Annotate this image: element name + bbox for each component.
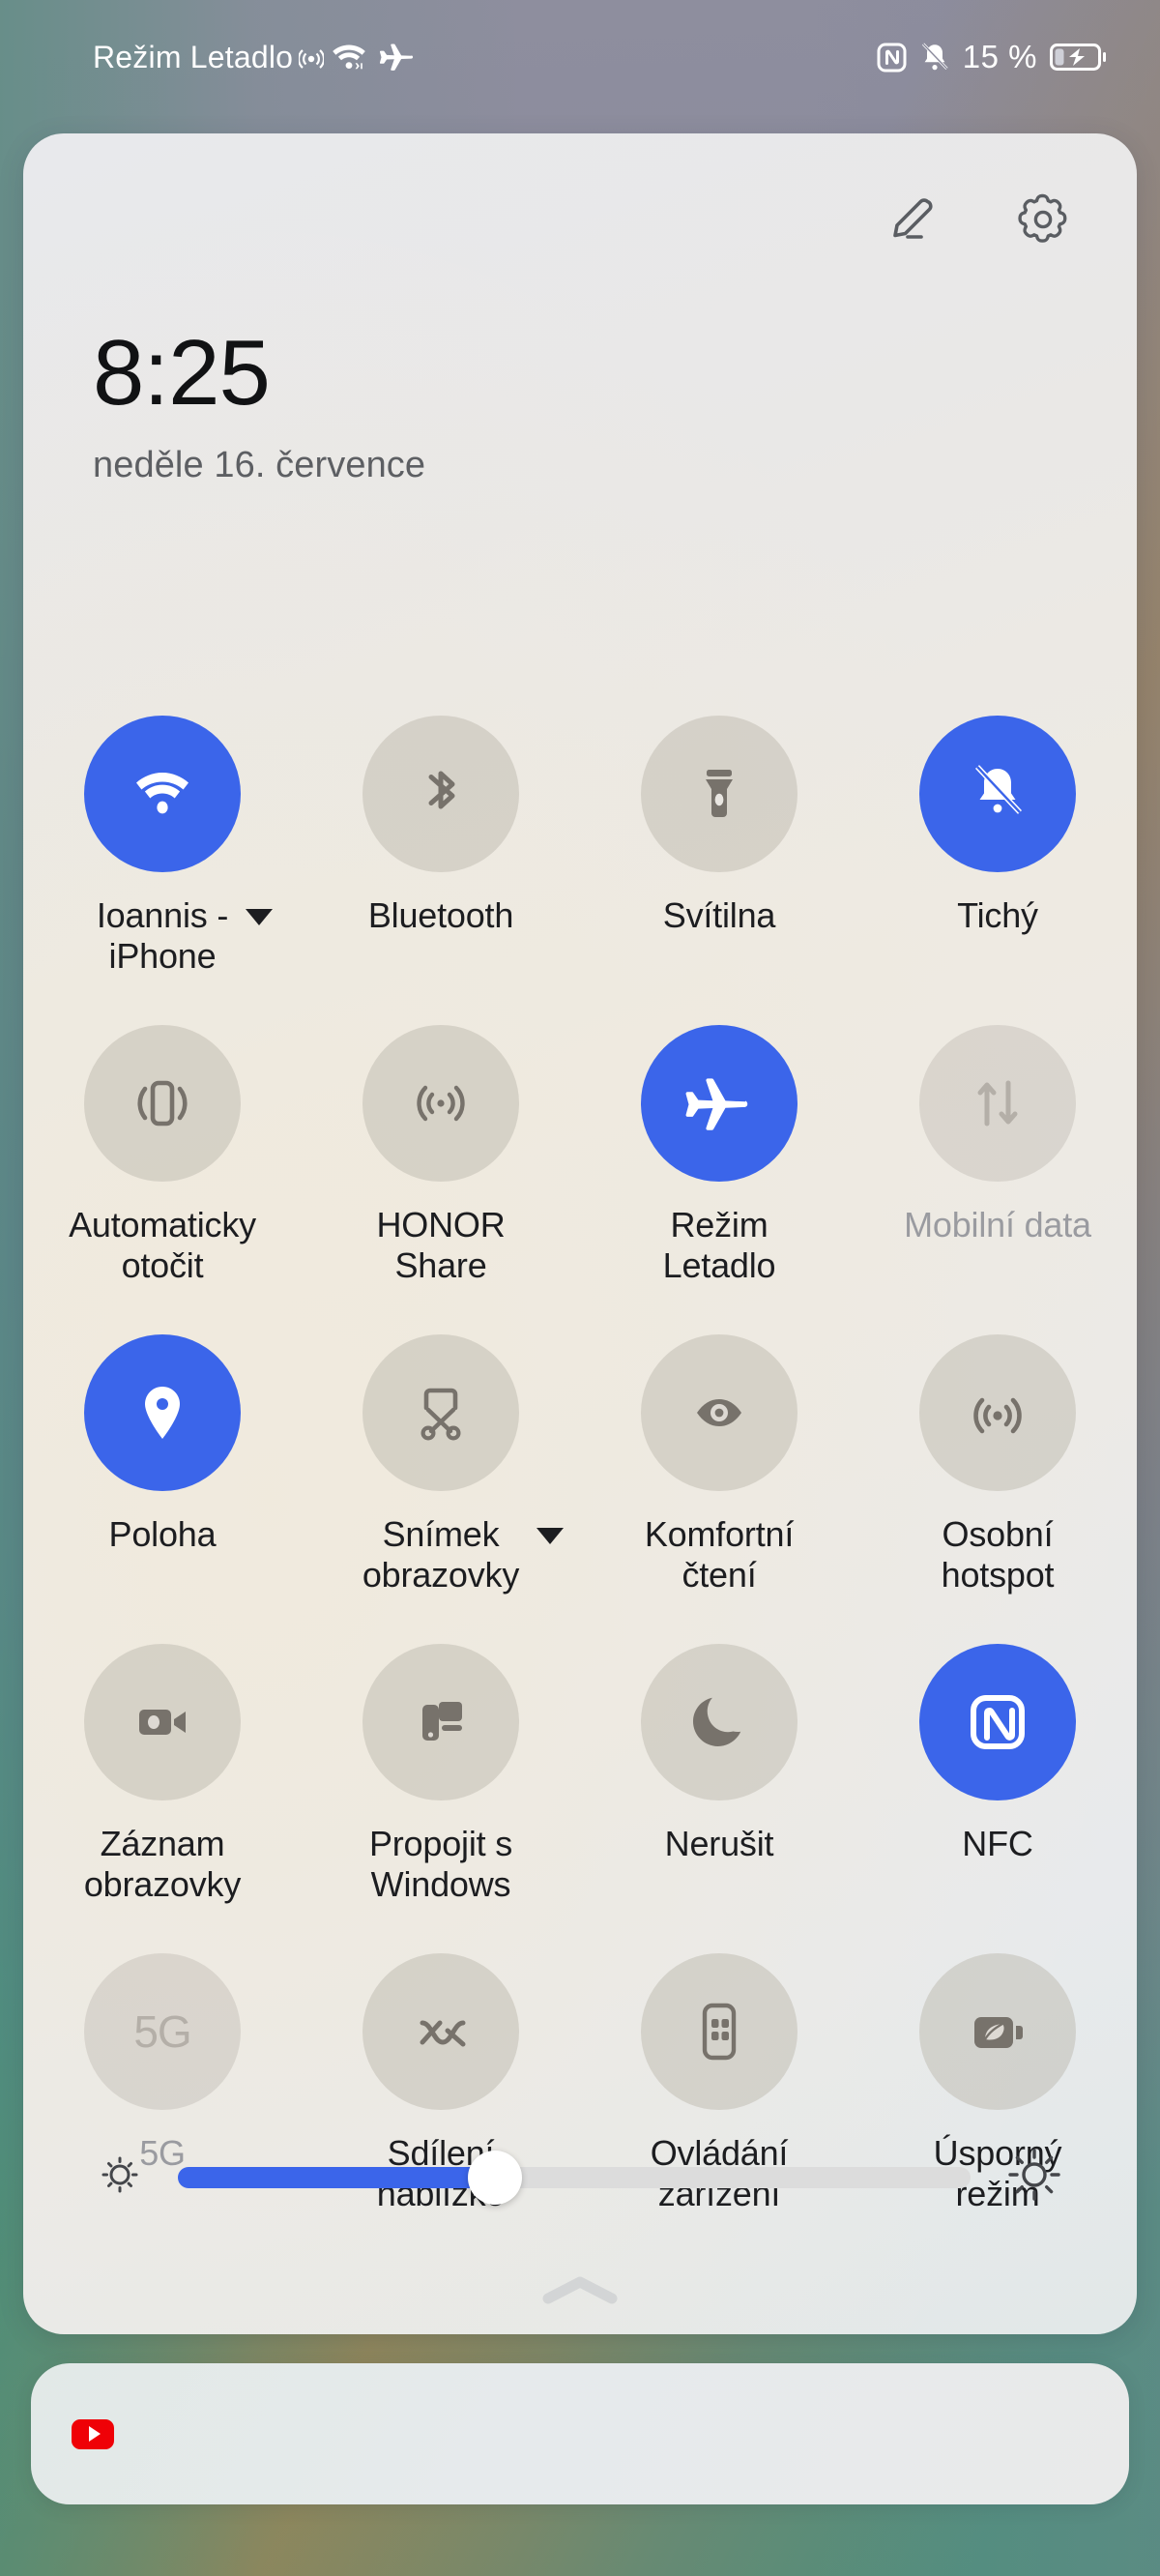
flashlight-icon — [641, 716, 798, 872]
battery-charging-icon — [1050, 42, 1106, 73]
quick-tile-label: HONOR Share — [376, 1205, 506, 1286]
quick-tile-label: Tichý — [957, 895, 1038, 935]
quick-tile-bell-muted[interactable]: Tichý — [858, 702, 1137, 1011]
mobile-data-icon — [919, 1025, 1076, 1182]
five-g-icon: 5G — [84, 1953, 241, 2110]
control-center-panel: 8:25 neděle 16. července Ioannis - iPhone… — [23, 133, 1137, 2334]
quick-tile-label: Automaticky otočit — [69, 1205, 256, 1286]
notification-card[interactable] — [31, 2363, 1129, 2504]
quick-tile-bluetooth[interactable]: Bluetooth — [302, 702, 580, 1011]
quick-tile-wifi[interactable]: Ioannis - iPhone — [23, 702, 302, 1011]
quick-tile-location-pin[interactable]: Poloha — [23, 1321, 302, 1630]
bell-muted-icon — [919, 716, 1076, 872]
quick-tile-label: Bluetooth — [367, 895, 514, 935]
edit-button[interactable] — [874, 184, 949, 259]
brightness-high-icon — [1001, 2142, 1067, 2212]
wifi-icon — [330, 41, 368, 73]
airplane-mode-status-text: Režim Letadlo — [93, 39, 294, 74]
brightness-thumb[interactable] — [468, 2150, 522, 2205]
quick-tile-screen-record[interactable]: Záznam obrazovky — [23, 1630, 302, 1940]
pencil-edit-icon — [881, 189, 942, 255]
airplane-icon — [641, 1025, 798, 1182]
chevron-down-icon[interactable] — [246, 909, 274, 925]
quick-tile-label: NFC — [962, 1824, 1033, 1863]
quick-tile-eye-comfort[interactable]: Komfortní čtení — [580, 1321, 858, 1630]
brightness-slider-row — [23, 2142, 1137, 2212]
screenshot-icon — [362, 1334, 519, 1491]
brightness-fill — [178, 2166, 495, 2188]
quick-tile-flashlight[interactable]: Svítilna — [580, 702, 858, 1011]
screen-record-icon — [84, 1644, 241, 1800]
bluetooth-icon — [362, 716, 519, 872]
quick-tile-label: Osobní hotspot — [941, 1514, 1055, 1595]
quick-tile-label: Záznam obrazovky — [83, 1824, 242, 1905]
hotspot-icon — [919, 1334, 1076, 1491]
quick-tile-label: Režim Letadlo — [662, 1205, 776, 1286]
bell-muted-icon — [919, 41, 950, 73]
quick-tile-label: Svítilna — [662, 895, 776, 935]
gear-icon — [1011, 188, 1075, 256]
device-control-icon — [641, 1953, 798, 2110]
collapse-handle[interactable] — [540, 2273, 620, 2311]
wifi-icon — [84, 716, 241, 872]
youtube-icon — [72, 2418, 114, 2449]
battery-saver-icon — [919, 1953, 1076, 2110]
location-pin-icon — [84, 1334, 241, 1491]
nfc-icon — [877, 43, 907, 73]
moon-dnd-icon — [641, 1644, 798, 1800]
status-bar-left: Režim Letadlo — [93, 40, 415, 75]
quick-tile-auto-rotate[interactable]: Automaticky otočit — [23, 1011, 302, 1321]
quick-tile-link-windows[interactable]: Propojit s Windows — [302, 1630, 580, 1940]
auto-rotate-icon — [84, 1025, 241, 1182]
quick-tile-mobile-data[interactable]: Mobilní data — [858, 1011, 1137, 1321]
quick-tile-label: Nerušit — [664, 1824, 774, 1863]
panel-header — [874, 184, 1081, 259]
clock-date: neděle 16. července — [93, 445, 426, 485]
clock-time: 8:25 — [93, 321, 271, 424]
chevron-down-icon[interactable] — [536, 1528, 565, 1544]
quick-tile-label: Ioannis - iPhone — [97, 895, 274, 978]
quick-tile-label: Mobilní data — [904, 1205, 1091, 1244]
status-bar: Režim Letadlo 15 % — [0, 0, 1160, 114]
nfc-icon — [919, 1644, 1076, 1800]
brightness-low-icon — [93, 2148, 147, 2207]
quick-tile-honor-share[interactable]: HONOR Share — [302, 1011, 580, 1321]
quick-tile-label: Komfortní čtení — [644, 1514, 795, 1595]
quick-tile-screenshot[interactable]: Snímek obrazovky — [302, 1321, 580, 1630]
quick-tile-airplane[interactable]: Režim Letadlo — [580, 1011, 858, 1321]
battery-percent-text: 15 % — [962, 39, 1037, 74]
quick-settings-grid: Ioannis - iPhone Bluetooth Svítilna Tichý Aut… — [23, 702, 1137, 2249]
chevron-up-icon — [540, 2276, 620, 2310]
nearby-share-icon — [362, 1953, 519, 2110]
quick-tile-moon-dnd[interactable]: Nerušit — [580, 1630, 858, 1940]
quick-tile-nfc[interactable]: NFC — [858, 1630, 1137, 1940]
eye-comfort-icon — [641, 1334, 798, 1491]
link-windows-icon — [362, 1644, 519, 1800]
quick-tile-label: Propojit s Windows — [368, 1824, 513, 1905]
quick-tile-label: Poloha — [108, 1514, 217, 1554]
honor-share-icon — [362, 1025, 519, 1182]
quick-tile-label: Snímek obrazovky — [362, 1514, 565, 1596]
hotspot-icon — [299, 43, 325, 72]
brightness-track[interactable] — [178, 2150, 971, 2205]
clock-block: 8:25 neděle 16. července — [93, 327, 425, 486]
quick-tile-hotspot[interactable]: Osobní hotspot — [858, 1321, 1137, 1630]
settings-button[interactable] — [1005, 184, 1081, 259]
airplane-icon — [374, 40, 415, 74]
status-bar-right: 15 % — [877, 39, 1106, 75]
